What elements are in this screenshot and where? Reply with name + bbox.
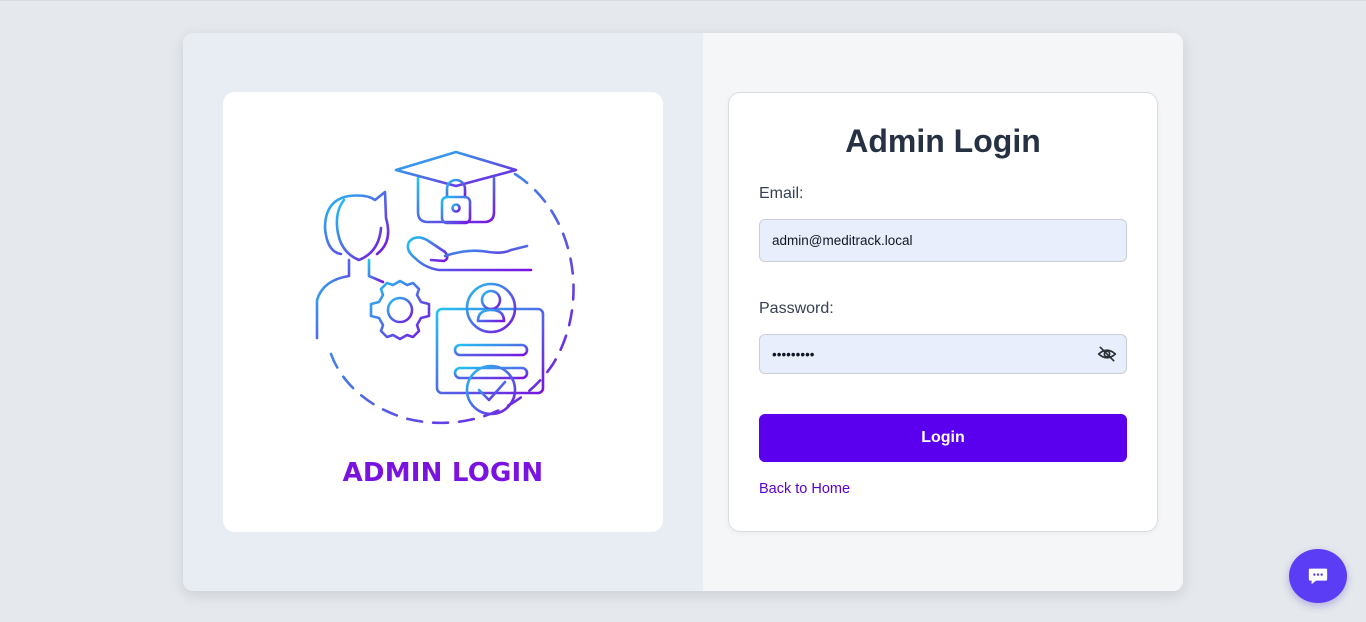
chat-bubble-icon <box>1308 568 1328 585</box>
eye-off-icon[interactable] <box>1096 344 1118 364</box>
email-label: Email: <box>759 185 804 202</box>
illustration-caption: ADMIN LOGIN <box>342 458 544 488</box>
form-title: Admin Login <box>845 123 1041 159</box>
illustration-panel: ADMIN LOGIN <box>183 33 703 591</box>
back-to-home-link[interactable]: Back to Home <box>759 481 850 497</box>
illustration-card: ADMIN LOGIN <box>223 92 663 532</box>
admin-login-illustration <box>315 150 575 425</box>
password-field[interactable]: ••••••••• <box>759 334 1127 374</box>
email-field[interactable]: admin@meditrack.local <box>759 219 1127 262</box>
email-value: admin@meditrack.local <box>772 233 913 248</box>
chat-button[interactable] <box>1289 549 1347 603</box>
password-value: ••••••••• <box>772 346 815 362</box>
login-card: ADMIN LOGIN Admin Login Email: admin@med… <box>183 33 1183 591</box>
login-form: Admin Login Email: admin@meditrack.local… <box>728 92 1158 532</box>
login-button[interactable]: Login <box>759 414 1127 462</box>
form-panel: Admin Login Email: admin@meditrack.local… <box>703 33 1183 591</box>
password-label: Password: <box>759 300 834 317</box>
